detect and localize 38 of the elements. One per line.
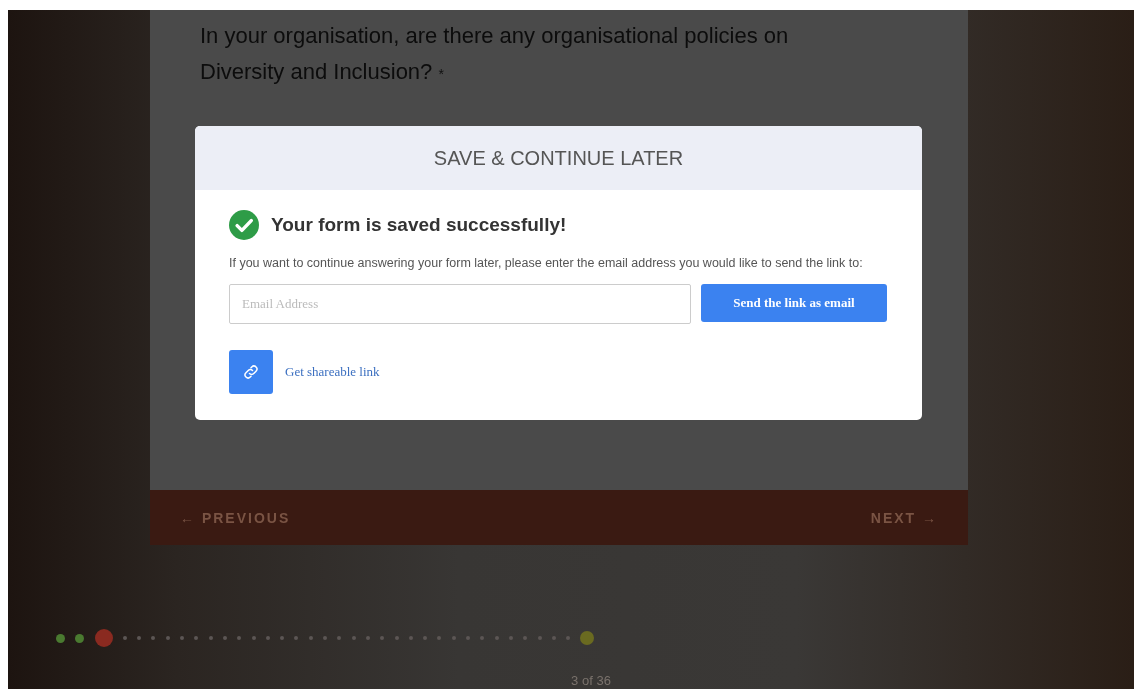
progress-dot[interactable] <box>180 636 185 640</box>
progress-dot[interactable] <box>337 636 342 640</box>
progress-dot[interactable] <box>351 636 356 640</box>
progress-dot[interactable] <box>222 636 227 640</box>
progress-dot[interactable] <box>294 636 299 640</box>
progress-dot[interactable] <box>56 633 65 643</box>
progress-dot[interactable] <box>137 636 142 640</box>
progress-dot[interactable] <box>580 631 595 645</box>
dialog-title: SAVE & CONTINUE LATER <box>195 126 922 190</box>
progress-dot[interactable] <box>151 636 156 640</box>
progress-dot[interactable] <box>251 636 256 640</box>
link-icon <box>242 363 260 381</box>
send-link-button[interactable]: Send the link as email <box>701 284 887 322</box>
progress-dot[interactable] <box>466 636 470 640</box>
check-icon <box>229 210 259 240</box>
progress-dot[interactable] <box>394 636 399 640</box>
shareable-link[interactable]: Get shareable link <box>285 364 380 380</box>
progress-dot[interactable] <box>323 636 328 640</box>
next-button[interactable]: NEXT → <box>870 509 938 526</box>
success-message: Your form is saved successfully! <box>271 214 567 236</box>
progress-dot[interactable] <box>380 636 385 640</box>
question-text: In your organisation, are there any organisational policies on Diversity and Inclusion? * <box>199 22 790 86</box>
progress-dot[interactable] <box>94 629 113 647</box>
progress-dot[interactable] <box>308 636 313 640</box>
progress-dot[interactable] <box>237 636 242 640</box>
link-button[interactable] <box>229 350 273 394</box>
previous-button[interactable]: ← PREVIOUS <box>180 509 291 526</box>
progress-dot[interactable] <box>122 636 127 640</box>
email-field[interactable]: Email Address <box>229 284 691 324</box>
progress-dot[interactable] <box>165 636 170 640</box>
instructions-text: If you want to continue answering your form later, please enter the email address you would like to send the link to: <box>229 255 864 272</box>
progress-dot[interactable] <box>280 636 285 640</box>
progress-dot[interactable] <box>365 636 370 640</box>
progress-dot[interactable] <box>75 633 85 643</box>
progress-dot[interactable] <box>265 636 270 640</box>
progress-dot[interactable] <box>194 636 199 640</box>
progress-dot[interactable] <box>208 636 213 640</box>
page-counter: 3 of 36 <box>570 673 612 688</box>
